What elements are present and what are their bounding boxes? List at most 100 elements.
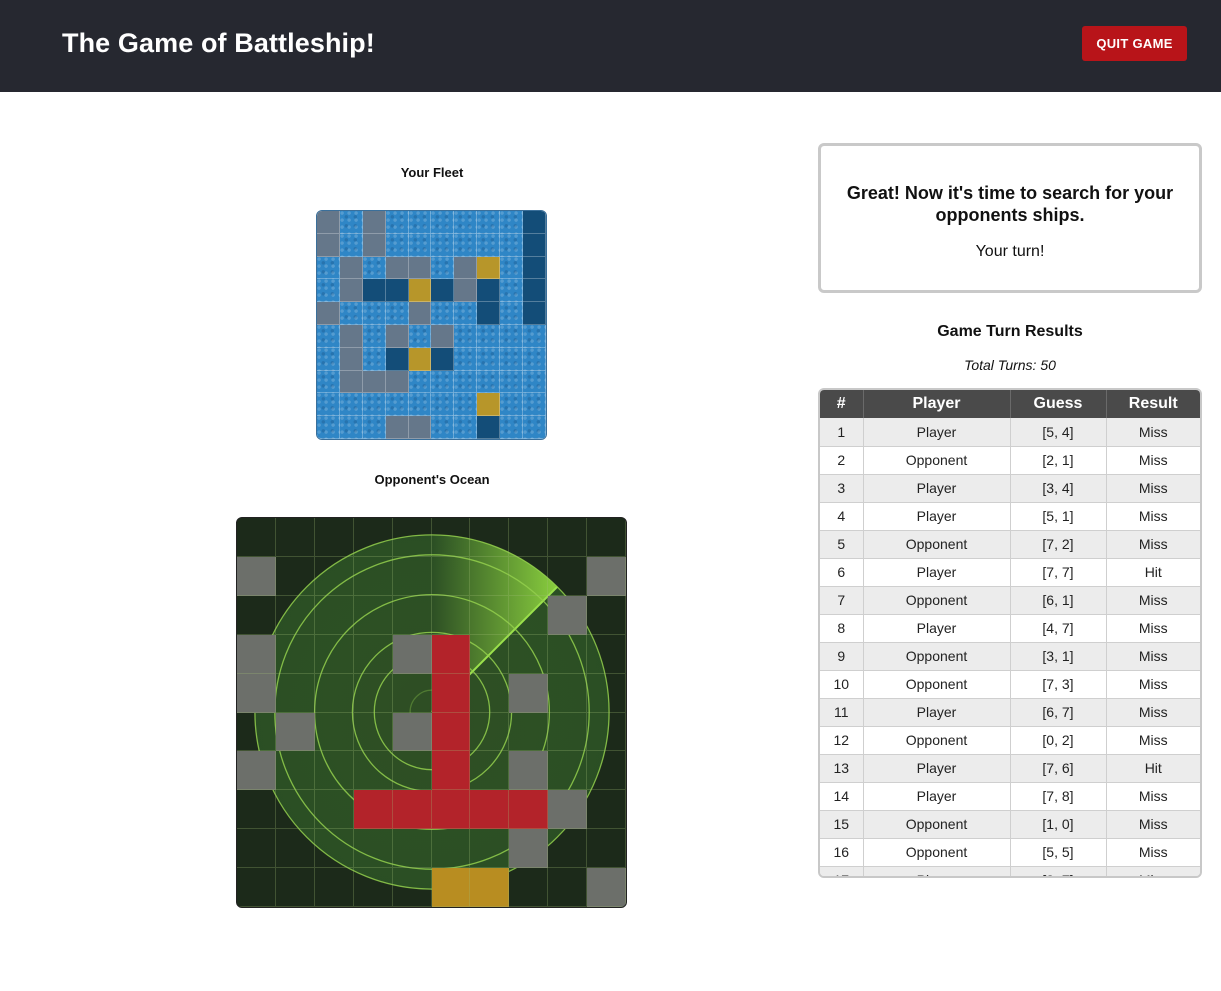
- opponent-cell-6-2[interactable]: [314, 751, 354, 791]
- opponent-cell-9-1[interactable]: [275, 868, 315, 907]
- quit-game-button[interactable]: QUIT GAME: [1082, 26, 1187, 61]
- opponent-cell-6-6[interactable]: [470, 751, 510, 791]
- opponent-cell-0-9[interactable]: [587, 518, 626, 557]
- opponent-cell-5-6[interactable]: [470, 712, 510, 752]
- opponent-cell-3-2[interactable]: [314, 634, 354, 674]
- opponent-cell-7-4: [392, 790, 432, 830]
- result-cell: Miss: [1106, 726, 1200, 755]
- opponent-cell-5-7[interactable]: [509, 712, 549, 752]
- opponent-cell-3-1[interactable]: [275, 634, 315, 674]
- opponent-cell-1-7[interactable]: [509, 556, 549, 596]
- opponent-cell-2-5[interactable]: [431, 595, 471, 635]
- opponent-cell-3-8[interactable]: [548, 634, 588, 674]
- opponent-cell-8-8[interactable]: [548, 829, 588, 869]
- opponent-cell-0-4[interactable]: [392, 518, 432, 557]
- opponent-cell-2-1[interactable]: [275, 595, 315, 635]
- opponent-cell-0-5[interactable]: [431, 518, 471, 557]
- opponent-cell-6-1[interactable]: [275, 751, 315, 791]
- opponent-cell-1-5[interactable]: [431, 556, 471, 596]
- fleet-board: [316, 210, 547, 440]
- opponent-cell-3-6[interactable]: [470, 634, 510, 674]
- opponent-cell-7-0[interactable]: [237, 790, 276, 830]
- fleet-cell-7-6: [454, 370, 478, 394]
- opponent-cell-1-6[interactable]: [470, 556, 510, 596]
- opponent-cell-7-2[interactable]: [314, 790, 354, 830]
- guess-cell: [6, 7]: [1010, 698, 1107, 727]
- opponent-cell-5-1: [275, 712, 315, 752]
- opponent-cell-8-6[interactable]: [470, 829, 510, 869]
- opponent-cell-3-7[interactable]: [509, 634, 549, 674]
- fleet-cell-3-2: [362, 279, 386, 303]
- opponent-cell-2-9[interactable]: [587, 595, 626, 635]
- fleet-cell-2-8: [500, 256, 524, 280]
- opponent-cell-6-3[interactable]: [353, 751, 393, 791]
- opponent-cell-2-6[interactable]: [470, 595, 510, 635]
- opponent-cell-0-1[interactable]: [275, 518, 315, 557]
- fleet-cell-9-6: [454, 416, 478, 439]
- opponent-cell-3-3[interactable]: [353, 634, 393, 674]
- opponent-cell-4-1[interactable]: [275, 673, 315, 713]
- opponent-cell-1-8[interactable]: [548, 556, 588, 596]
- opponent-cell-2-4[interactable]: [392, 595, 432, 635]
- opponent-cell-2-0[interactable]: [237, 595, 276, 635]
- opponent-cell-4-6[interactable]: [470, 673, 510, 713]
- opponent-cell-8-3[interactable]: [353, 829, 393, 869]
- opponent-cell-2-7[interactable]: [509, 595, 549, 635]
- opponent-cell-9-4[interactable]: [392, 868, 432, 907]
- turn-number-cell: 14: [820, 782, 864, 811]
- opponent-cell-0-6[interactable]: [470, 518, 510, 557]
- opponent-cell-0-3[interactable]: [353, 518, 393, 557]
- opponent-cell-5-0[interactable]: [237, 712, 276, 752]
- fleet-cell-5-1: [339, 324, 363, 348]
- result-cell: Miss: [1106, 530, 1200, 559]
- opponent-cell-8-4[interactable]: [392, 829, 432, 869]
- opponent-cell-9-7[interactable]: [509, 868, 549, 907]
- fleet-cell-8-4: [408, 393, 432, 417]
- opponent-cell-7-1[interactable]: [275, 790, 315, 830]
- opponent-cell-8-0[interactable]: [237, 829, 276, 869]
- opponent-cell-2-2[interactable]: [314, 595, 354, 635]
- game-message: Great! Now it's time to search for your …: [846, 183, 1174, 225]
- opponent-cell-5-3[interactable]: [353, 712, 393, 752]
- fleet-cell-1-0: [317, 233, 340, 257]
- opponent-cell-4-3[interactable]: [353, 673, 393, 713]
- opponent-cell-0-0[interactable]: [237, 518, 276, 557]
- turn-number-cell: 6: [820, 558, 864, 587]
- fleet-cell-4-9: [523, 302, 546, 325]
- opponent-cell-0-7[interactable]: [509, 518, 549, 557]
- opponent-cell-0-8[interactable]: [548, 518, 588, 557]
- opponent-cell-8-1[interactable]: [275, 829, 315, 869]
- opponent-cell-9-3[interactable]: [353, 868, 393, 907]
- opponent-cell-5-8[interactable]: [548, 712, 588, 752]
- opponent-cell-6-4[interactable]: [392, 751, 432, 791]
- opponent-cell-1-1[interactable]: [275, 556, 315, 596]
- opponent-cell-8-2[interactable]: [314, 829, 354, 869]
- opponent-cell-1-2[interactable]: [314, 556, 354, 596]
- opponent-cell-4-9[interactable]: [587, 673, 626, 713]
- opponent-cell-8-9[interactable]: [587, 829, 626, 869]
- opponent-cell-6-8[interactable]: [548, 751, 588, 791]
- opponent-cell-7-9[interactable]: [587, 790, 626, 830]
- opponent-cell-8-5[interactable]: [431, 829, 471, 869]
- opponent-cell-9-2[interactable]: [314, 868, 354, 907]
- opponent-cell-5-2[interactable]: [314, 712, 354, 752]
- opponent-cell-2-3[interactable]: [353, 595, 393, 635]
- opponent-cell-7-5: [431, 790, 471, 830]
- opponent-cell-4-2[interactable]: [314, 673, 354, 713]
- table-row: 9 Opponent [3, 1] Miss: [820, 642, 1200, 671]
- result-cell: Miss: [1106, 642, 1200, 671]
- results-table-container[interactable]: # Player Guess Result 1 Player [5, 4] Miss 2…: [818, 388, 1202, 878]
- opponent-cell-4-4[interactable]: [392, 673, 432, 713]
- turn-number-cell: 12: [820, 726, 864, 755]
- opponent-cell-0-2[interactable]: [314, 518, 354, 557]
- opponent-cell-3-9[interactable]: [587, 634, 626, 674]
- opponent-cell-9-0[interactable]: [237, 868, 276, 907]
- fleet-cell-4-6: [454, 302, 478, 325]
- opponent-cell-5-9[interactable]: [587, 712, 626, 752]
- opponent-cell-1-4[interactable]: [392, 556, 432, 596]
- opponent-cell-1-3[interactable]: [353, 556, 393, 596]
- fleet-cell-5-0: [317, 324, 340, 348]
- opponent-cell-6-9[interactable]: [587, 751, 626, 791]
- opponent-cell-9-8[interactable]: [548, 868, 588, 907]
- opponent-cell-4-8[interactable]: [548, 673, 588, 713]
